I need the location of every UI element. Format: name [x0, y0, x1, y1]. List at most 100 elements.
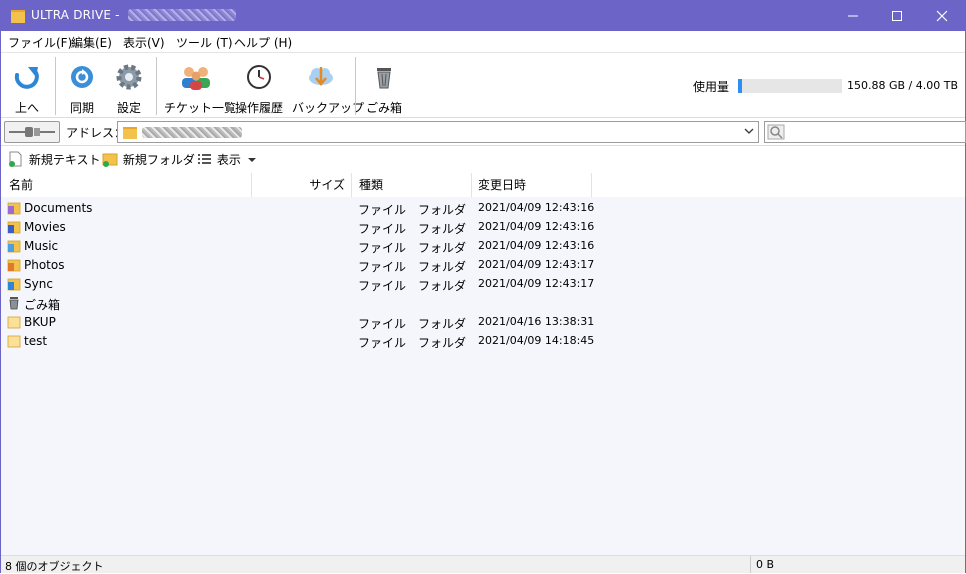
arrow-up-icon	[11, 61, 43, 93]
view-dropdown-button[interactable]: 表示	[197, 151, 257, 168]
sync-folder-icon	[7, 277, 21, 291]
connect-button[interactable]	[4, 121, 60, 143]
new-folder-button[interactable]: 新規フォルダ	[101, 151, 195, 168]
search-input[interactable]	[764, 121, 966, 143]
file-name: Documents	[24, 201, 93, 215]
photos-folder-icon	[7, 258, 21, 272]
file-type: ファイル フォルダ	[358, 336, 467, 350]
sync-button[interactable]: 同期	[64, 61, 100, 116]
file-type: ファイル フォルダ	[358, 241, 467, 255]
trash-label: ごみ箱	[365, 101, 402, 115]
table-row[interactable]: Music ファイル フォルダ 2021/04/09 12:43:16	[1, 237, 965, 256]
file-modified: 2021/04/09 12:43:16	[478, 239, 595, 252]
backup-button[interactable]: バックアップ	[292, 61, 365, 116]
table-row[interactable]: Sync ファイル フォルダ 2021/04/09 12:43:17	[1, 275, 965, 294]
ticket-list-button[interactable]: チケット一覧	[164, 61, 237, 116]
menu-edit[interactable]: 編集(E)	[71, 34, 112, 51]
file-name: BKUP	[24, 315, 56, 329]
sync-label: 同期	[69, 101, 94, 115]
music-folder-icon	[7, 239, 21, 253]
file-name: Photos	[24, 258, 65, 272]
redacted-account	[127, 9, 236, 21]
usage-text: 150.88 GB / 4.00 TB	[847, 79, 959, 92]
column-header-modified[interactable]: 変更日時	[472, 173, 592, 197]
column-header-size[interactable]: サイズ	[252, 173, 352, 197]
menu-tools[interactable]: ツール (T)	[176, 34, 233, 51]
file-name: test	[24, 334, 48, 348]
gear-icon	[113, 61, 145, 93]
chevron-down-icon[interactable]	[744, 123, 754, 142]
new-folder-label: 新規フォルダ	[122, 153, 195, 167]
file-modified: 2021/04/09 14:18:45	[478, 334, 595, 347]
plug-icon	[9, 127, 55, 137]
settings-label: 設定	[116, 101, 141, 115]
address-bar: アドレス：	[1, 118, 966, 146]
trash-icon	[368, 61, 400, 93]
column-header-type[interactable]: 種類	[352, 173, 472, 197]
caret-down-icon	[247, 158, 256, 162]
table-row[interactable]: Movies ファイル フォルダ 2021/04/09 12:43:16	[1, 218, 965, 237]
minimize-button[interactable]	[830, 1, 876, 31]
status-bar: 8 個のオブジェクト 0 B	[1, 555, 965, 573]
trash-button[interactable]: ごみ箱	[365, 61, 403, 116]
file-name: Music	[24, 239, 59, 253]
backup-label: バックアップ	[292, 101, 365, 115]
object-count: 8 個のオブジェクト	[5, 560, 104, 573]
file-type: ファイル フォルダ	[358, 203, 467, 217]
users-icon	[179, 61, 211, 93]
app-window: ULTRA DRIVE - ファイル(F) 編集(E) 表示(V) ツール (T…	[0, 0, 966, 573]
close-icon	[936, 10, 948, 22]
view-label: 表示	[216, 153, 241, 167]
new-text-button[interactable]: 新規テキスト	[7, 151, 100, 168]
usage-progress-fill	[738, 79, 742, 93]
window-title: ULTRA DRIVE -	[31, 8, 236, 22]
file-modified: 2021/04/09 12:43:16	[478, 220, 595, 233]
menu-file[interactable]: ファイル(F)	[8, 34, 72, 51]
toolbar: 上へ 同期 設定 チケット一覧 操作履歴 バックアップ ごみ箱 使用量 150.…	[1, 53, 965, 118]
usage-label: 使用量	[693, 80, 730, 94]
cloud-backup-icon	[305, 61, 337, 93]
column-header-row: 名前 サイズ 種類 変更日時	[1, 173, 965, 197]
file-modified: 2021/04/09 12:43:17	[478, 258, 595, 271]
file-type: ファイル フォルダ	[358, 260, 467, 274]
column-header-name[interactable]: 名前	[1, 173, 252, 197]
settings-button[interactable]: 設定	[111, 61, 147, 116]
sync-icon	[66, 61, 98, 93]
maximize-icon	[892, 11, 902, 21]
search-icon	[767, 124, 785, 140]
redacted-path	[142, 127, 242, 138]
table-row[interactable]: test ファイル フォルダ 2021/04/09 14:18:45	[1, 332, 965, 351]
maximize-button[interactable]	[874, 1, 920, 31]
file-list: 名前 サイズ 種類 変更日時 Documents ファイル フォルダ 2021/04…	[1, 173, 965, 555]
folder-icon	[123, 127, 137, 139]
action-bar: 新規テキスト 新規フォルダ 表示	[1, 146, 965, 172]
selection-size: 0 B	[756, 558, 775, 571]
minimize-icon	[848, 15, 858, 17]
close-button[interactable]	[919, 1, 965, 31]
toolbar-separator	[55, 57, 56, 115]
file-type: ファイル フォルダ	[358, 317, 467, 331]
table-row[interactable]: Photos ファイル フォルダ 2021/04/09 12:43:17	[1, 256, 965, 275]
trash-icon	[7, 296, 21, 310]
table-row[interactable]: ごみ箱	[1, 294, 965, 313]
menu-view[interactable]: 表示(V)	[123, 34, 165, 51]
folder-icon	[11, 10, 25, 23]
documents-folder-icon	[7, 201, 21, 215]
menu-help[interactable]: ヘルプ (H)	[234, 34, 292, 51]
ticket-list-label: チケット一覧	[164, 101, 237, 115]
usage-progress-bar	[738, 79, 842, 93]
file-name: Movies	[24, 220, 66, 234]
up-button[interactable]: 上へ	[9, 61, 45, 116]
table-row[interactable]: BKUP ファイル フォルダ 2021/04/16 13:38:31	[1, 313, 965, 332]
up-label: 上へ	[14, 101, 39, 115]
title-bar: ULTRA DRIVE -	[1, 1, 965, 31]
file-type: ファイル フォルダ	[358, 222, 467, 236]
history-button[interactable]: 操作履歴	[233, 61, 285, 116]
folder-icon	[7, 315, 21, 329]
new-folder-icon	[102, 153, 118, 167]
address-input[interactable]	[117, 121, 759, 143]
new-text-label: 新規テキスト	[28, 153, 101, 167]
table-row[interactable]: Documents ファイル フォルダ 2021/04/09 12:43:16	[1, 199, 965, 218]
folder-icon	[7, 334, 21, 348]
file-modified: 2021/04/09 12:43:16	[478, 201, 595, 214]
